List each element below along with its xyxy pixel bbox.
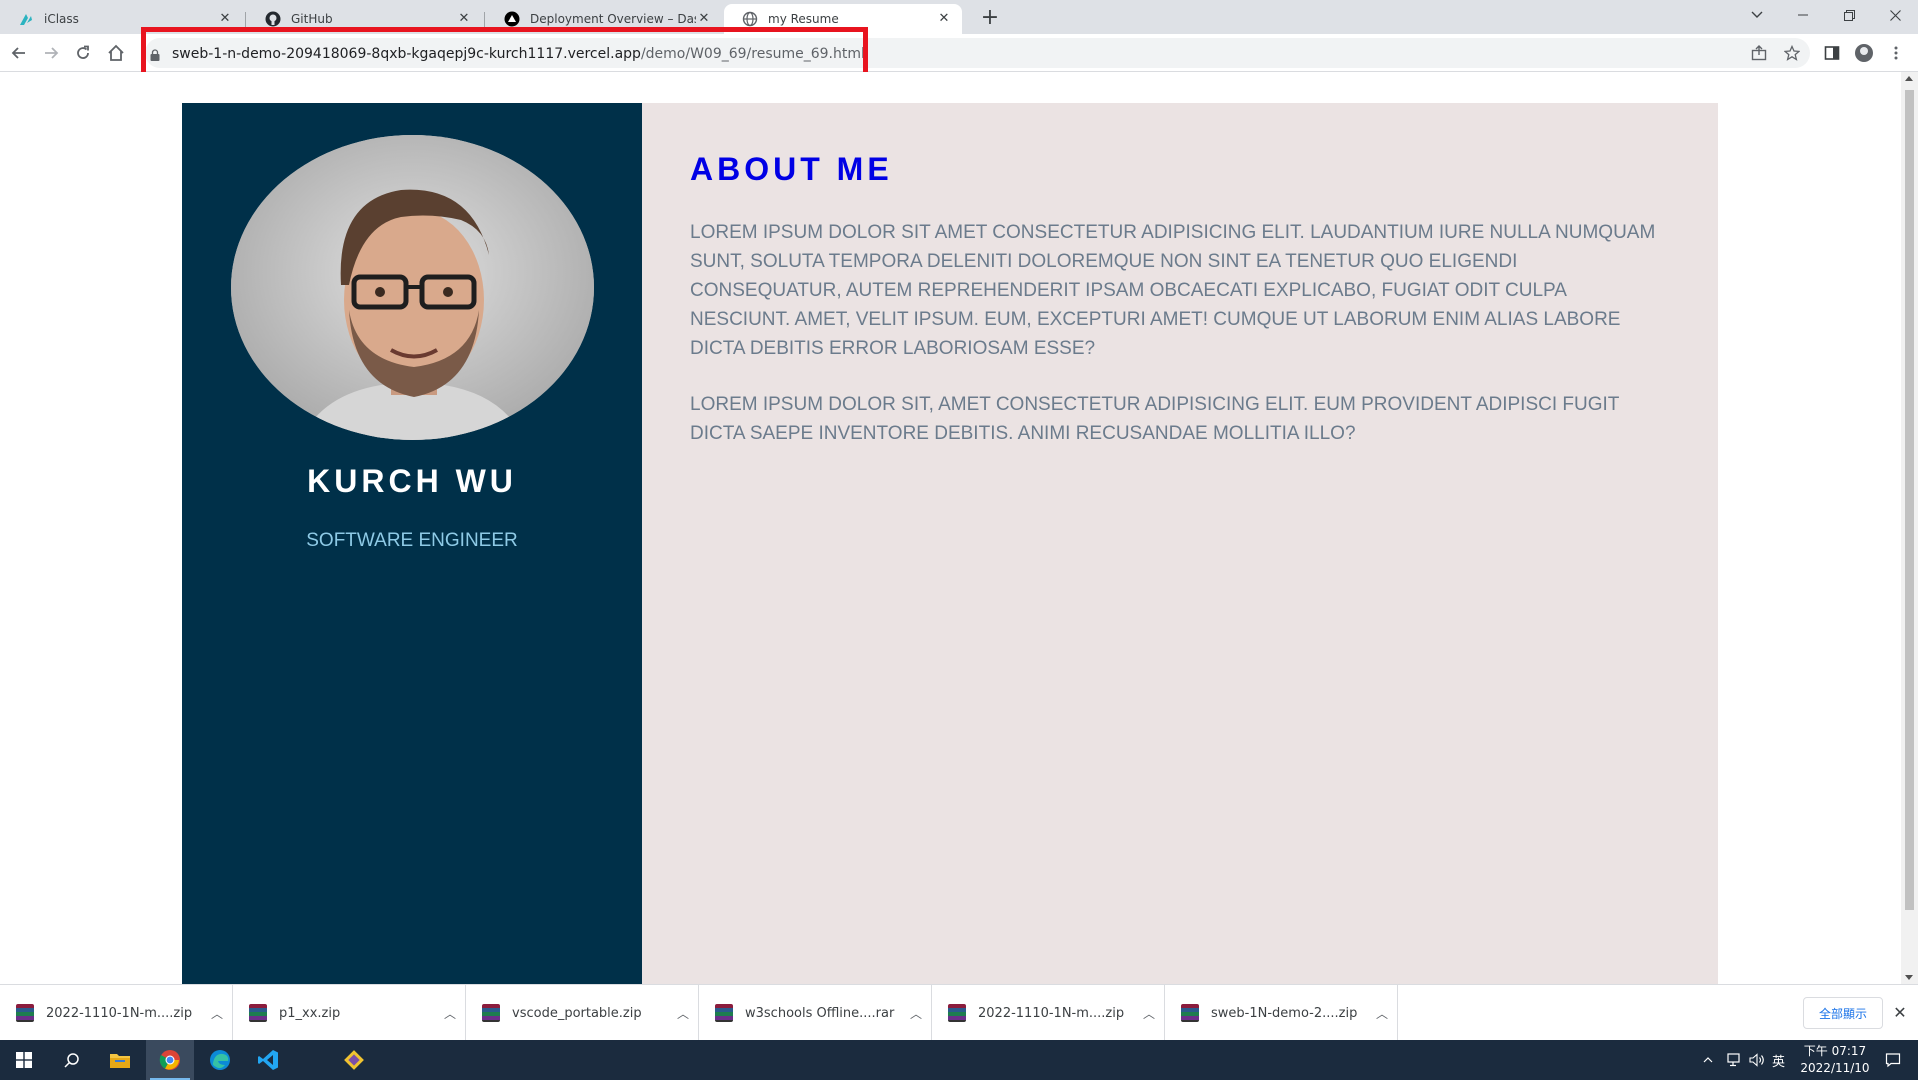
- show-all-downloads-button[interactable]: 全部顯示: [1803, 997, 1883, 1029]
- archive-file-icon: [16, 1004, 34, 1022]
- archive-file-icon: [715, 1004, 733, 1022]
- chevron-up-icon[interactable]: ︿: [668, 1005, 698, 1022]
- tab-title: my Resume: [768, 12, 839, 26]
- vercel-icon: [504, 11, 520, 27]
- scroll-up-icon[interactable]: [1905, 76, 1913, 81]
- download-item[interactable]: sweb-1N-demo-2....zip ︿: [1165, 985, 1398, 1041]
- about-me-heading: ABOUT ME: [690, 151, 893, 187]
- download-filename: vscode_portable.zip: [512, 1005, 642, 1021]
- close-icon[interactable]: ✕: [217, 11, 233, 27]
- clock-time: 下午 07:17: [1803, 1044, 1867, 1058]
- download-item[interactable]: p1_xx.zip ︿: [233, 985, 466, 1041]
- resume-name: KURCH WU: [307, 463, 517, 499]
- archive-file-icon: [948, 1004, 966, 1022]
- tab-title: GitHub: [291, 12, 333, 26]
- resume-role: SOFTWARE ENGINEER: [306, 530, 518, 551]
- download-item[interactable]: 2022-1110-1N-m....zip ︿: [932, 985, 1165, 1041]
- close-icon[interactable]: ✕: [456, 11, 472, 27]
- windows-taskbar: 英 下午 07:17 2022/11/10: [0, 1040, 1918, 1080]
- github-icon: [265, 11, 281, 27]
- chevron-up-icon[interactable]: ︿: [435, 1005, 465, 1022]
- archive-file-icon: [249, 1004, 267, 1022]
- system-clock[interactable]: 下午 07:17 2022/11/10: [1790, 1043, 1880, 1077]
- download-item[interactable]: vscode_portable.zip ︿: [466, 985, 699, 1041]
- resume-card: KURCH WU SOFTWARE ENGINEER ABOUT ME Lore…: [182, 103, 1718, 984]
- globe-icon: [742, 11, 758, 27]
- chevron-up-icon[interactable]: ︿: [202, 1005, 232, 1022]
- download-filename: 2022-1110-1N-m....zip: [46, 1005, 193, 1021]
- page-viewport: KURCH WU SOFTWARE ENGINEER ABOUT ME Lore…: [0, 72, 1918, 984]
- new-tab-button[interactable]: +: [977, 6, 1003, 32]
- network-icon[interactable]: [1727, 1040, 1743, 1080]
- back-icon[interactable]: [4, 38, 34, 68]
- notification-icon[interactable]: [1885, 1040, 1901, 1080]
- close-icon[interactable]: ✕: [936, 11, 952, 27]
- chevron-up-icon[interactable]: ︿: [1134, 1005, 1164, 1022]
- file-explorer-icon[interactable]: [96, 1040, 144, 1080]
- tab-divider: [484, 12, 485, 28]
- forward-icon[interactable]: [36, 38, 66, 68]
- bookmark-star-icon[interactable]: [1777, 38, 1807, 68]
- download-filename: w3schools Offline....rar: [745, 1005, 895, 1021]
- archive-file-icon: [1181, 1004, 1199, 1022]
- show-hidden-icons-icon[interactable]: [1703, 1040, 1713, 1080]
- reload-icon[interactable]: [68, 38, 98, 68]
- resume-main: ABOUT ME Lorem ipsum dolor sit amet cons…: [642, 103, 1718, 984]
- chevron-up-icon[interactable]: ︿: [1367, 1005, 1397, 1022]
- menu-kebab-icon[interactable]: [1881, 38, 1911, 68]
- scroll-down-icon[interactable]: [1905, 975, 1913, 980]
- page-scrollbar[interactable]: [1901, 72, 1918, 984]
- about-paragraph: Lorem ipsum dolor sit amet consectetur a…: [690, 222, 1656, 359]
- tab-divider: [245, 12, 246, 28]
- iclass-icon: [18, 11, 34, 27]
- scrollbar-thumb[interactable]: [1905, 90, 1914, 910]
- archive-file-icon: [482, 1004, 500, 1022]
- resume-sidebar: KURCH WU SOFTWARE ENGINEER: [182, 103, 642, 984]
- chrome-icon[interactable]: [146, 1040, 194, 1080]
- side-panel-icon[interactable]: [1817, 38, 1847, 68]
- clock-date: 2022/11/10: [1800, 1061, 1870, 1075]
- download-item[interactable]: w3schools Offline....rar ︿: [699, 985, 932, 1041]
- share-icon[interactable]: [1744, 38, 1774, 68]
- edge-icon[interactable]: [196, 1040, 244, 1080]
- restore-icon[interactable]: [1826, 0, 1872, 30]
- profile-photo: [231, 135, 594, 440]
- about-paragraph: Lorem ipsum dolor sit, amet consectetur …: [690, 394, 1620, 444]
- vscode-icon[interactable]: [244, 1040, 292, 1080]
- windows-start-icon[interactable]: [0, 1040, 48, 1080]
- close-icon[interactable]: ✕: [696, 11, 712, 27]
- git-client-icon[interactable]: [330, 1040, 378, 1080]
- search-icon[interactable]: [48, 1040, 96, 1080]
- window-close-icon[interactable]: [1872, 0, 1918, 30]
- tab-search-icon[interactable]: [1734, 0, 1780, 30]
- tab-title: Deployment Overview – Dashb: [530, 12, 696, 26]
- download-item[interactable]: 2022-1110-1N-m....zip ︿: [0, 985, 233, 1041]
- chevron-up-icon[interactable]: ︿: [901, 1005, 931, 1022]
- download-filename: p1_xx.zip: [279, 1005, 341, 1021]
- download-filename: 2022-1110-1N-m....zip: [978, 1005, 1125, 1021]
- volume-icon[interactable]: [1749, 1040, 1765, 1080]
- home-icon[interactable]: [101, 38, 131, 68]
- profile-avatar-icon[interactable]: [1849, 38, 1879, 68]
- input-method-indicator[interactable]: 英: [1772, 1040, 1785, 1080]
- download-shelf: 2022-1110-1N-m....zip ︿ p1_xx.zip ︿ vsco…: [0, 984, 1918, 1041]
- minimize-icon[interactable]: [1780, 0, 1826, 30]
- tab-title: iClass: [44, 12, 79, 26]
- download-filename: sweb-1N-demo-2....zip: [1211, 1005, 1358, 1021]
- close-shelf-icon[interactable]: ✕: [1888, 1001, 1912, 1025]
